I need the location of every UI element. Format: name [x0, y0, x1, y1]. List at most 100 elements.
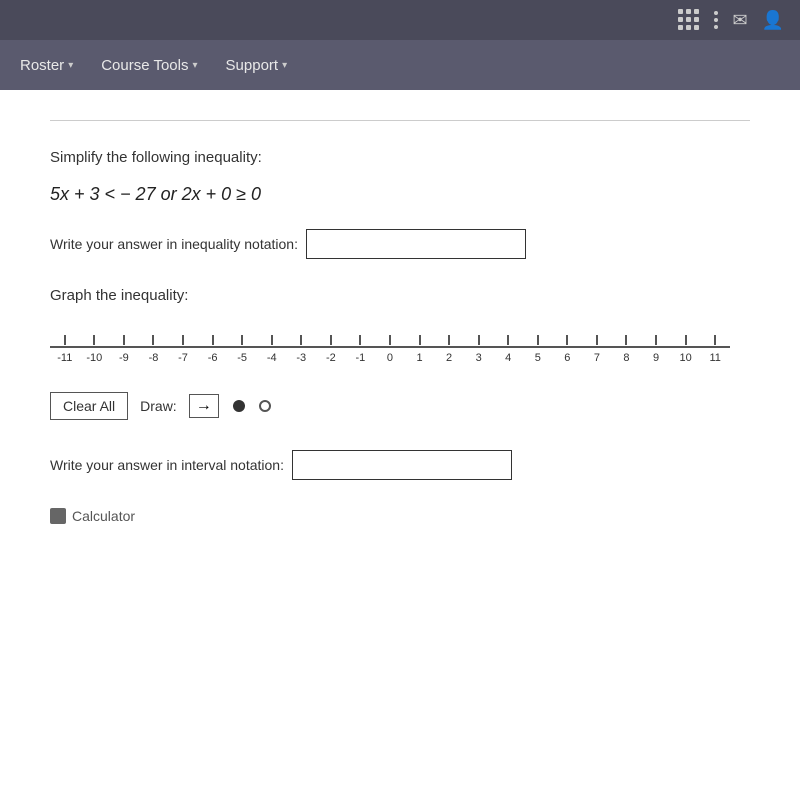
nl-tick-mark [714, 335, 716, 345]
nl-tick-label: 2 [446, 352, 452, 364]
nl-tick: 6 [553, 335, 583, 364]
nl-tick-label: -10 [86, 352, 102, 364]
inequality-answer-row: Write your answer in inequality notation… [50, 229, 750, 259]
nl-tick: -2 [316, 335, 346, 364]
top-bar-icons: ✉ 👤 [678, 9, 784, 31]
inequality-input[interactable] [306, 229, 526, 259]
more-options-icon[interactable] [714, 11, 718, 29]
nav-item-roster[interactable]: Roster ▾ [20, 57, 73, 74]
nav-bar: Roster ▾ Course Tools ▾ Support ▾ [0, 40, 800, 90]
nav-support-label: Support [226, 57, 279, 74]
nl-tick-mark [596, 335, 598, 345]
nl-tick-label: -2 [326, 352, 336, 364]
number-line-ticks: -11-10-9-8-7-6-5-4-3-2-101234567891011 [50, 335, 730, 364]
graph-label: Graph the inequality: [50, 287, 750, 304]
nl-tick-mark [123, 335, 125, 345]
arrow-icon: → [189, 394, 219, 418]
nl-tick-label: -7 [178, 352, 188, 364]
nl-tick-label: 1 [416, 352, 422, 364]
nl-tick-label: -11 [57, 352, 72, 364]
nl-tick: -5 [227, 335, 257, 364]
filled-circle-icon [233, 400, 245, 412]
nl-tick-label: -5 [237, 352, 247, 364]
mail-icon[interactable]: ✉ [732, 10, 747, 31]
nl-tick-label: -6 [208, 352, 218, 364]
nl-tick-mark [359, 335, 361, 345]
nl-tick-mark [566, 335, 568, 345]
nl-tick-label: 11 [709, 352, 720, 364]
support-chevron-icon: ▾ [282, 60, 287, 71]
nl-tick: 8 [612, 335, 642, 364]
nl-tick-mark [537, 335, 539, 345]
nl-tick: 9 [641, 335, 671, 364]
nl-tick-mark [64, 335, 66, 345]
nl-tick: -3 [287, 335, 317, 364]
interval-input[interactable] [292, 450, 512, 480]
nl-tick-mark [212, 335, 214, 345]
open-circle-icon [259, 400, 271, 412]
nl-tick: -10 [80, 335, 110, 364]
nl-tick-label: -1 [356, 352, 366, 364]
top-bar: ✉ 👤 [0, 0, 800, 40]
interval-label: Write your answer in interval notation: [50, 457, 284, 473]
draw-tools: → [189, 394, 271, 418]
nl-tick-mark [389, 335, 391, 345]
nl-tick-label: 4 [505, 352, 511, 364]
nl-tick: 7 [582, 335, 612, 364]
arrow-draw-tool[interactable]: → [189, 394, 219, 418]
nl-tick-mark [448, 335, 450, 345]
nl-tick: -11 [50, 335, 80, 364]
calculator-row[interactable]: Calculator [50, 508, 750, 524]
nl-tick: -6 [198, 335, 228, 364]
nl-tick-mark [152, 335, 154, 345]
nl-tick-mark [685, 335, 687, 345]
nl-tick: 1 [405, 335, 435, 364]
filled-circle-tool[interactable] [233, 400, 245, 412]
nl-tick-mark [655, 335, 657, 345]
nl-tick-mark [182, 335, 184, 345]
nl-tick: 11 [700, 335, 730, 364]
calculator-label: Calculator [72, 508, 135, 524]
nl-tick-label: 5 [535, 352, 541, 364]
question-instruction: Simplify the following inequality: [50, 149, 750, 166]
nl-tick-mark [241, 335, 243, 345]
nav-roster-label: Roster [20, 57, 64, 74]
nl-tick: -7 [168, 335, 198, 364]
nl-tick-label: 8 [623, 352, 629, 364]
nl-tick: -1 [346, 335, 376, 364]
nl-tick: 0 [375, 335, 405, 364]
nl-tick: 5 [523, 335, 553, 364]
grid-icon[interactable] [678, 9, 700, 31]
nl-tick-label: 9 [653, 352, 659, 364]
nav-course-tools-label: Course Tools [101, 57, 188, 74]
divider [50, 120, 750, 121]
nl-tick: 3 [464, 335, 494, 364]
course-tools-chevron-icon: ▾ [193, 60, 198, 71]
inequality-label: Write your answer in inequality notation… [50, 236, 298, 252]
nl-tick: 2 [434, 335, 464, 364]
nl-tick-mark [625, 335, 627, 345]
nav-item-support[interactable]: Support ▾ [226, 57, 288, 74]
calculator-icon [50, 508, 66, 524]
nl-tick-label: -3 [296, 352, 306, 364]
main-content: Simplify the following inequality: 5x + … [0, 90, 800, 800]
nl-tick-mark [271, 335, 273, 345]
nl-tick-mark [330, 335, 332, 345]
clear-all-button[interactable]: Clear All [50, 392, 128, 420]
nl-tick: 4 [493, 335, 523, 364]
nl-tick-mark [507, 335, 509, 345]
nl-tick-mark [478, 335, 480, 345]
nl-tick-label: 6 [564, 352, 570, 364]
math-expression: 5x + 3 < − 27 or 2x + 0 ≥ 0 [50, 184, 750, 205]
nl-tick-label: 0 [387, 352, 393, 364]
nl-tick-mark [419, 335, 421, 345]
draw-label: Draw: [140, 398, 177, 414]
interval-answer-row: Write your answer in interval notation: [50, 450, 750, 480]
nl-tick-label: 3 [476, 352, 482, 364]
nl-tick-mark [93, 335, 95, 345]
open-circle-tool[interactable] [259, 400, 271, 412]
nl-tick-mark [300, 335, 302, 345]
nl-tick: 10 [671, 335, 701, 364]
nav-item-course-tools[interactable]: Course Tools ▾ [101, 57, 197, 74]
profile-icon[interactable]: 👤 [762, 10, 784, 31]
